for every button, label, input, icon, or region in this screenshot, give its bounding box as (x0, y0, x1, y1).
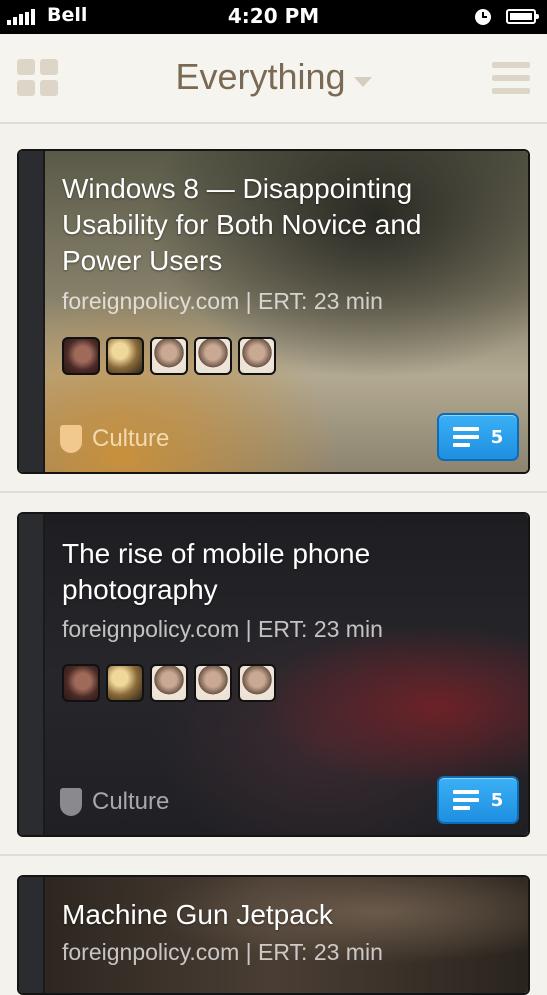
article-card[interactable]: The rise of mobile phone photography for… (17, 512, 530, 837)
avatar[interactable] (150, 337, 188, 375)
article-source: foreignpolicy.com | ERT: 23 min (62, 616, 383, 642)
card-background-image (19, 877, 528, 993)
comment-count: 5 (490, 789, 504, 811)
avatar[interactable] (106, 664, 144, 702)
avatar[interactable] (150, 664, 188, 702)
card-side-bar (19, 514, 45, 835)
category-label: Culture (92, 788, 170, 815)
avatar[interactable] (106, 337, 144, 375)
comments-icon (452, 790, 479, 810)
divider (0, 854, 547, 856)
article-card[interactable]: Machine Gun Jetpack foreignpolicy.com | … (17, 875, 530, 995)
category-tag[interactable]: Culture (60, 425, 169, 453)
page-title: Everything (175, 56, 346, 97)
comments-button[interactable]: 5 (437, 413, 519, 461)
avatar[interactable] (62, 337, 100, 375)
chevron-down-icon (353, 76, 372, 87)
shared-by-avatars (62, 337, 276, 375)
article-card[interactable]: Windows 8 — Disappointing Usability for … (17, 149, 530, 474)
comments-button[interactable]: 5 (437, 776, 519, 824)
card-side-bar (19, 151, 45, 472)
feed-selector[interactable]: Everything (0, 56, 547, 98)
avatar[interactable] (62, 664, 100, 702)
avatar[interactable] (194, 664, 232, 702)
card-side-bar (19, 877, 45, 993)
article-title: The rise of mobile phone photography (62, 538, 371, 605)
article-source: foreignpolicy.com | ERT: 23 min (62, 939, 383, 965)
category-tag[interactable]: Culture (60, 788, 169, 816)
avatar[interactable] (238, 664, 276, 702)
alarm-clock-icon (475, 9, 491, 25)
theater-mask-icon (60, 425, 82, 453)
divider (0, 491, 547, 493)
shared-by-avatars (62, 664, 276, 702)
hamburger-menu-icon[interactable] (492, 62, 530, 95)
battery-icon (506, 9, 539, 24)
theater-mask-icon (60, 788, 82, 816)
article-title: Machine Gun Jetpack (62, 899, 333, 930)
category-label: Culture (92, 425, 170, 452)
avatar[interactable] (194, 337, 232, 375)
status-bar: Bell 4:20 PM (0, 0, 547, 34)
comments-icon (452, 427, 479, 447)
comment-count: 5 (490, 426, 504, 448)
article-title: Windows 8 — Disappointing Usability for … (62, 173, 422, 276)
avatar[interactable] (238, 337, 276, 375)
article-source: foreignpolicy.com | ERT: 23 min (62, 288, 383, 314)
nav-bar: Everything (0, 34, 547, 124)
status-time: 4:20 PM (227, 4, 320, 28)
